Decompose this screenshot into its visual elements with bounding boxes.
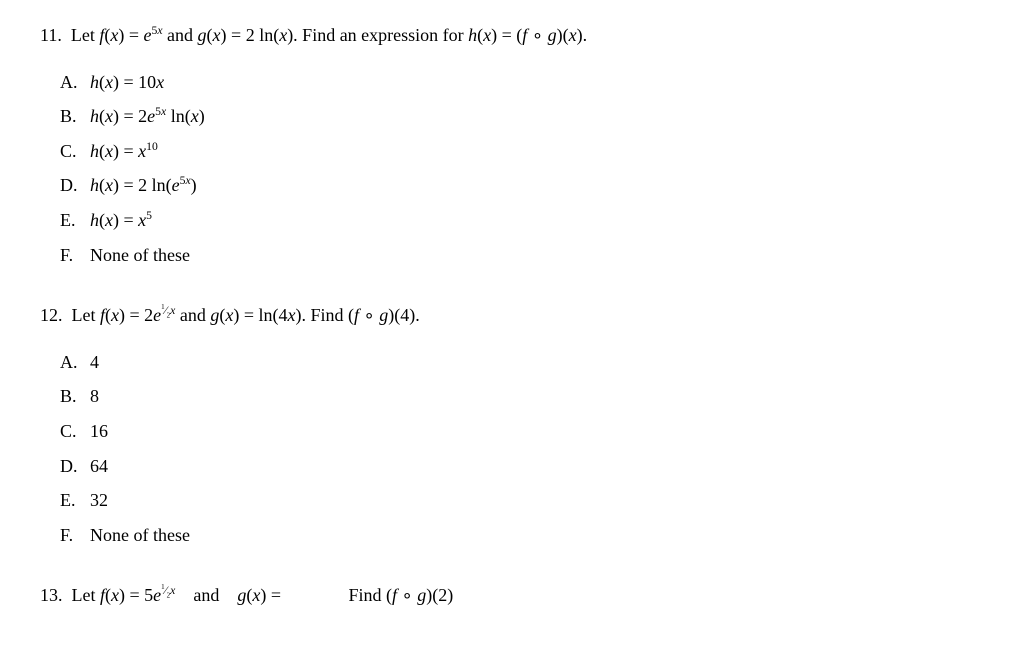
q12-answer-b: B. 8 <box>60 381 984 412</box>
question-11-prompt: 11. Let f(x) = e5x and g(x) = 2 ln(x). F… <box>40 20 984 51</box>
q12-answer-c: C. 16 <box>60 416 984 447</box>
q12-answer-a: A. 4 <box>60 347 984 378</box>
page-content: 11. Let f(x) = e5x and g(x) = 2 ln(x). F… <box>40 20 984 611</box>
q12-answer-f: F. None of these <box>60 520 984 551</box>
question-12-answers: A. 4 B. 8 C. 16 D. 64 E. 32 F. None of t… <box>40 347 984 551</box>
q11-answer-b: B. h(x) = 2e5x ln(x) <box>60 101 984 132</box>
q12-answer-e: E. 32 <box>60 485 984 516</box>
question-13-number: 13. <box>40 585 67 605</box>
question-12-prompt: 12. Let f(x) = 2e1⁄2x and g(x) = ln(4x).… <box>40 300 984 331</box>
q11-answer-f: F. None of these <box>60 240 984 271</box>
question-12-number: 12. <box>40 305 67 325</box>
question-11-answers: A. h(x) = 10x B. h(x) = 2e5x ln(x) C. h(… <box>40 67 984 271</box>
question-13-partial: 13. Let f(x) = 5e1⁄2x and g(x) = Find (f… <box>40 580 984 611</box>
q11-answer-c: C. h(x) = x10 <box>60 136 984 167</box>
q12-answer-d: D. 64 <box>60 451 984 482</box>
q11-answer-a: A. h(x) = 10x <box>60 67 984 98</box>
q11-answer-e: E. h(x) = x5 <box>60 205 984 236</box>
q11-answer-d: D. h(x) = 2 ln(e5x) <box>60 170 984 201</box>
question-11: 11. Let f(x) = e5x and g(x) = 2 ln(x). F… <box>40 20 984 270</box>
question-12: 12. Let f(x) = 2e1⁄2x and g(x) = ln(4x).… <box>40 300 984 550</box>
question-11-number: 11. <box>40 25 66 45</box>
